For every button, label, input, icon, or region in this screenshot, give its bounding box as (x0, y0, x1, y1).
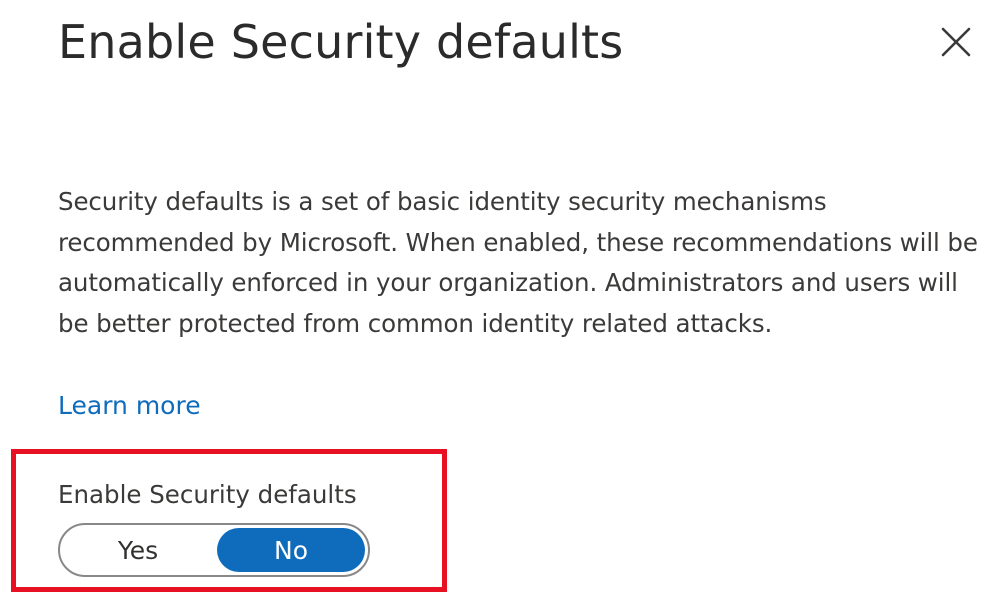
learn-more-link[interactable]: Learn more (58, 386, 201, 426)
close-icon (940, 26, 972, 58)
toggle-option-yes[interactable]: Yes (63, 528, 213, 572)
toggle-option-no[interactable]: No (217, 528, 365, 572)
enable-security-defaults-toggle: Yes No (58, 523, 370, 577)
description-text: Security defaults is a set of basic iden… (58, 187, 978, 338)
close-button[interactable] (934, 20, 978, 64)
toggle-label: Enable Security defaults (58, 480, 357, 509)
panel-title: Enable Security defaults (58, 15, 624, 69)
